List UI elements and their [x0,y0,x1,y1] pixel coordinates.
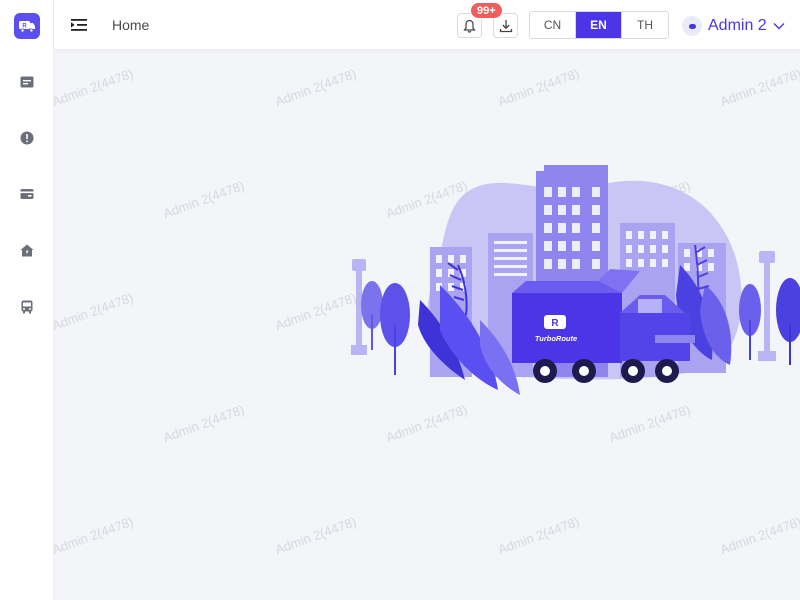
watermark: Admin 2(4478) [496,65,582,110]
watermark: Admin 2(4478) [50,513,136,558]
top-header: Home 99+ CN EN TH Admin 2 [54,0,800,50]
bell-icon [463,19,476,33]
truck-logo-icon: R [19,21,35,33]
watermark: Admin 2(4478) [273,65,359,110]
user-name: Admin 2 [708,17,767,34]
home-bolt-icon [20,244,34,256]
sidebar: R [0,0,54,600]
watermark: Admin 2(4478) [273,513,359,558]
sidebar-item-alerts[interactable] [18,129,36,147]
svg-text:R: R [22,24,27,30]
user-menu[interactable]: Admin 2 [682,14,785,38]
notification-badge: 99+ [470,2,503,19]
list-card-icon [20,76,34,88]
download-icon [499,19,512,32]
watermark: Admin 2(4478) [384,401,470,446]
watermark: Admin 2(4478) [607,401,693,446]
lang-en-button[interactable]: EN [576,12,622,38]
svg-text:R: R [551,318,559,329]
menu-collapse-button[interactable] [70,16,88,34]
chevron-down-icon [773,23,785,30]
sidebar-item-list[interactable] [18,73,36,91]
sidebar-item-home[interactable] [18,241,36,259]
avatar [682,16,702,36]
bus-icon [21,300,33,314]
lang-th-button[interactable]: TH [622,12,668,38]
language-switcher: CN EN TH [529,11,669,39]
watermark: Admin 2(4478) [161,177,247,222]
watermark: Admin 2(4478) [496,513,582,558]
wallet-icon [20,189,34,199]
watermark: Admin 2(4478) [161,401,247,446]
alert-circle-icon [20,131,34,145]
watermark: Admin 2(4478) [50,289,136,334]
truck-brand-label: TurboRoute [535,334,577,343]
menu-indent-icon [71,19,87,31]
lang-cn-button[interactable]: CN [530,12,576,38]
sidebar-item-wallet[interactable] [18,185,36,203]
logo[interactable]: R [14,13,40,39]
breadcrumb[interactable]: Home [112,17,149,33]
watermark: Admin 2(4478) [718,513,800,558]
watermark: Admin 2(4478) [718,65,800,110]
watermark: Admin 2(4478) [50,65,136,110]
delivery-city-illustration: R TurboRoute [351,165,800,395]
sidebar-item-bus[interactable] [18,298,36,316]
